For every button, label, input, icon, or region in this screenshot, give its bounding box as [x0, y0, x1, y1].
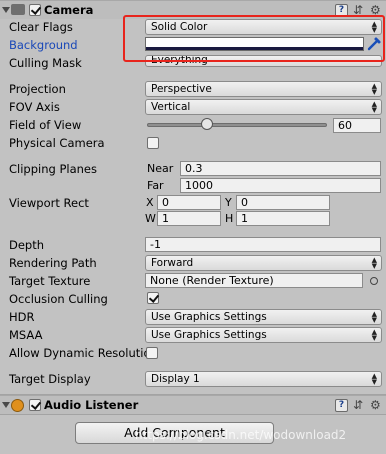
- rendering-path-dropdown[interactable]: Forward ▲ ▼: [145, 255, 382, 271]
- object-picker-icon[interactable]: [370, 277, 378, 285]
- physical-camera-checkbox[interactable]: [147, 137, 159, 149]
- projection-dropdown[interactable]: Perspective ▲ ▼: [145, 81, 382, 97]
- audio-listener-icon: [11, 399, 24, 412]
- viewport-x-input[interactable]: 0: [157, 195, 221, 210]
- hdr-value: Use Graphics Settings: [151, 311, 267, 323]
- depth-input[interactable]: -1: [145, 237, 381, 252]
- target-display-value: Display 1: [151, 373, 200, 385]
- viewport-h-input[interactable]: 1: [236, 211, 330, 226]
- allow-dynamic-resolution-checkbox[interactable]: [146, 347, 158, 359]
- hdr-dropdown[interactable]: Use Graphics Settings ▲ ▼: [145, 309, 382, 325]
- viewport-rect-label: Viewport Rect: [9, 196, 89, 210]
- help-icon[interactable]: ?: [335, 399, 348, 412]
- audio-listener-component-header[interactable]: Audio Listener ? ⇵ ⚙: [0, 395, 386, 414]
- dropdown-arrow-icon: ▲ ▼: [371, 100, 377, 114]
- audio-listener-title: Audio Listener: [44, 398, 139, 412]
- msaa-dropdown[interactable]: Use Graphics Settings ▲ ▼: [145, 327, 382, 343]
- field-of-view-slider-track[interactable]: [147, 123, 327, 127]
- camera-icon: [11, 4, 25, 15]
- allow-dynamic-resolution-label: Allow Dynamic Resolutio: [9, 346, 151, 360]
- viewport-w-input[interactable]: 1: [157, 211, 221, 226]
- physical-camera-label: Physical Camera: [9, 136, 105, 150]
- msaa-value: Use Graphics Settings: [151, 329, 267, 341]
- dropdown-arrow-icon: ▲ ▼: [371, 310, 377, 324]
- field-of-view-slider-thumb[interactable]: [201, 118, 213, 130]
- camera-title: Camera: [44, 3, 94, 17]
- far-clip-input[interactable]: 1000: [180, 178, 381, 193]
- viewport-y-input[interactable]: 0: [236, 195, 330, 210]
- field-of-view-label: Field of View: [9, 118, 82, 132]
- viewport-w-label: W: [145, 212, 156, 225]
- watermark-text: https://blog.csdn.net/wodownload2: [135, 428, 347, 442]
- fov-axis-label: FOV Axis: [9, 100, 60, 114]
- viewport-h-label: H: [225, 212, 234, 225]
- highlight-box: [123, 15, 385, 62]
- occlusion-culling-label: Occlusion Culling: [9, 292, 108, 306]
- clipping-planes-label: Clipping Planes: [9, 162, 97, 176]
- divider: [0, 414, 386, 415]
- background-label: Background: [9, 38, 78, 52]
- near-label: Near: [147, 162, 174, 175]
- viewport-y-label: Y: [225, 196, 232, 209]
- far-label: Far: [147, 179, 164, 192]
- dropdown-arrow-icon: ▲ ▼: [371, 372, 377, 386]
- fov-axis-dropdown[interactable]: Vertical ▲ ▼: [145, 99, 382, 115]
- msaa-label: MSAA: [9, 328, 43, 342]
- rendering-path-label: Rendering Path: [9, 256, 97, 270]
- clear-flags-label: Clear Flags: [9, 20, 73, 34]
- culling-mask-label: Culling Mask: [9, 56, 82, 70]
- gear-icon[interactable]: ⚙: [370, 399, 381, 411]
- field-of-view-input[interactable]: 60: [333, 118, 381, 133]
- hdr-label: HDR: [9, 310, 35, 324]
- dropdown-arrow-icon: ▲ ▼: [371, 256, 377, 270]
- dropdown-arrow-icon: ▲ ▼: [371, 82, 377, 96]
- target-display-dropdown[interactable]: Display 1 ▲ ▼: [145, 371, 382, 387]
- preset-icon[interactable]: ⇵: [353, 399, 363, 411]
- foldout-arrow-icon[interactable]: [2, 402, 10, 408]
- depth-label: Depth: [9, 238, 45, 252]
- viewport-x-label: X: [146, 196, 154, 209]
- audio-listener-enabled-checkbox[interactable]: [29, 399, 41, 411]
- projection-label: Projection: [9, 82, 66, 96]
- occlusion-culling-checkbox[interactable]: [147, 292, 159, 304]
- foldout-arrow-icon[interactable]: [2, 7, 10, 13]
- camera-enabled-checkbox[interactable]: [29, 4, 41, 16]
- near-clip-input[interactable]: 0.3: [180, 161, 381, 176]
- dropdown-arrow-icon: ▲ ▼: [371, 328, 377, 342]
- projection-value: Perspective: [151, 83, 212, 95]
- target-texture-label: Target Texture: [9, 274, 91, 288]
- target-display-label: Target Display: [9, 372, 91, 386]
- target-texture-field[interactable]: None (Render Texture): [145, 273, 363, 288]
- rendering-path-value: Forward: [151, 257, 194, 269]
- fov-axis-value: Vertical: [151, 101, 191, 113]
